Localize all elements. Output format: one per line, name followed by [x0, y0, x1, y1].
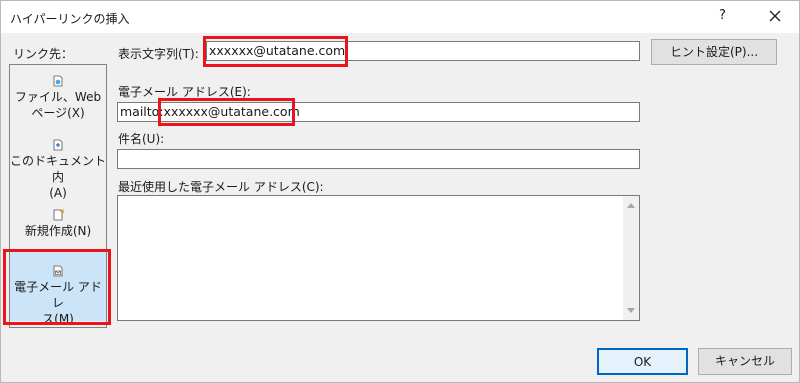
dialog-title: ハイパーリンクの挿入: [10, 12, 130, 26]
link-to-place-in-document[interactable]: このドキュメント内 (A): [10, 139, 106, 201]
link-to-existing-file[interactable]: ファイル、Web ページ(X): [10, 75, 106, 121]
recent-email-label: 最近使用した電子メール アドレス(C):: [118, 180, 324, 194]
subject-input[interactable]: [117, 149, 640, 169]
link-to-existing-file-label-1: ファイル、Web: [14, 90, 102, 104]
link-to-existing-file-label-2: ページ(X): [31, 106, 85, 120]
recent-list-scrollbar[interactable]: [623, 196, 639, 320]
display-text-label: 表示文字列(T):: [118, 47, 199, 61]
insert-hyperlink-dialog: ハイパーリンクの挿入 ? リンク先： ファイル、Web ページ(X) このドキュ…: [0, 0, 800, 383]
cancel-button[interactable]: キャンセル: [698, 348, 792, 375]
subject-label: 件名(U):: [118, 132, 165, 146]
ok-button[interactable]: OK: [597, 348, 688, 375]
link-to-label: リンク先：: [13, 47, 74, 61]
new-document-icon: [53, 209, 64, 221]
close-icon: [769, 10, 781, 22]
link-to-place-in-document-label-2: (A): [49, 186, 67, 200]
link-to-place-in-document-label-1: このドキュメント内: [10, 154, 107, 184]
link-to-new-document-label: 新規作成(N): [24, 224, 92, 238]
scroll-up-arrow-icon[interactable]: [627, 203, 635, 208]
link-to-new-document[interactable]: 新規作成(N): [10, 209, 106, 239]
display-text-highlight: [203, 36, 348, 67]
document-place-icon: [53, 139, 63, 151]
web-page-icon: [53, 75, 63, 87]
recent-email-list[interactable]: [117, 195, 640, 321]
title-bar: ハイパーリンクの挿入 ?: [1, 1, 799, 33]
screen-tip-button[interactable]: ヒント設定(P)...: [651, 39, 777, 65]
help-button[interactable]: ?: [719, 8, 726, 23]
email-address-highlight: [3, 249, 111, 325]
scroll-down-arrow-icon[interactable]: [627, 308, 635, 313]
email-address-value-highlight: [158, 98, 295, 126]
close-button[interactable]: [762, 3, 788, 29]
